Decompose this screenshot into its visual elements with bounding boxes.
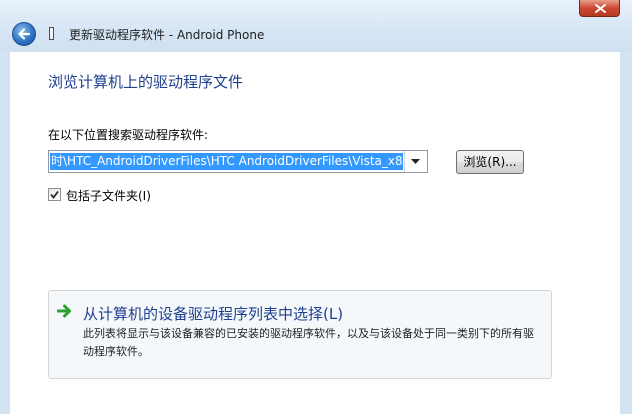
window-frame-left (0, 52, 10, 414)
close-button[interactable] (579, 0, 620, 17)
path-dropdown-button[interactable] (404, 151, 427, 172)
wizard-content: 浏览计算机上的驱动程序文件 在以下位置搜索驱动程序软件: 时\HTC_Andro… (10, 52, 620, 414)
pick-from-list-title[interactable]: 从计算机的设备驱动程序列表中选择(L) (83, 303, 343, 324)
include-subfolders-label[interactable]: 包括子文件夹(I) (66, 187, 151, 204)
window-title: 更新驱动程序软件 - Android Phone (69, 28, 265, 42)
window-frame-right (620, 52, 632, 414)
back-button[interactable] (12, 22, 36, 46)
close-icon (595, 4, 606, 13)
driver-path-input[interactable]: 时\HTC_AndroidDriverFiles\HTC AndroidDriv… (50, 153, 403, 170)
driver-path-combobox[interactable]: 时\HTC_AndroidDriverFiles\HTC AndroidDriv… (48, 150, 428, 173)
title-bar: 更新驱动程序软件 - Android Phone (0, 0, 632, 52)
browse-button[interactable]: 浏览(R)... (456, 150, 524, 174)
checkmark-icon (50, 190, 59, 199)
include-subfolders-checkbox[interactable] (48, 188, 61, 201)
green-arrow-icon (57, 304, 71, 318)
pick-from-list-option[interactable]: 从计算机的设备驱动程序列表中选择(L) 此列表将显示与该设备兼容的已安装的驱动程… (48, 290, 552, 379)
pick-from-list-description: 此列表将显示与该设备兼容的已安装的驱动程序软件，以及与该设备处于同一类别下的所有… (83, 327, 534, 358)
device-icon (49, 27, 54, 40)
back-arrow-icon (18, 28, 31, 40)
page-heading: 浏览计算机上的驱动程序文件 (48, 73, 244, 91)
search-location-label: 在以下位置搜索驱动程序软件: (48, 128, 209, 142)
chevron-down-icon (411, 159, 420, 164)
